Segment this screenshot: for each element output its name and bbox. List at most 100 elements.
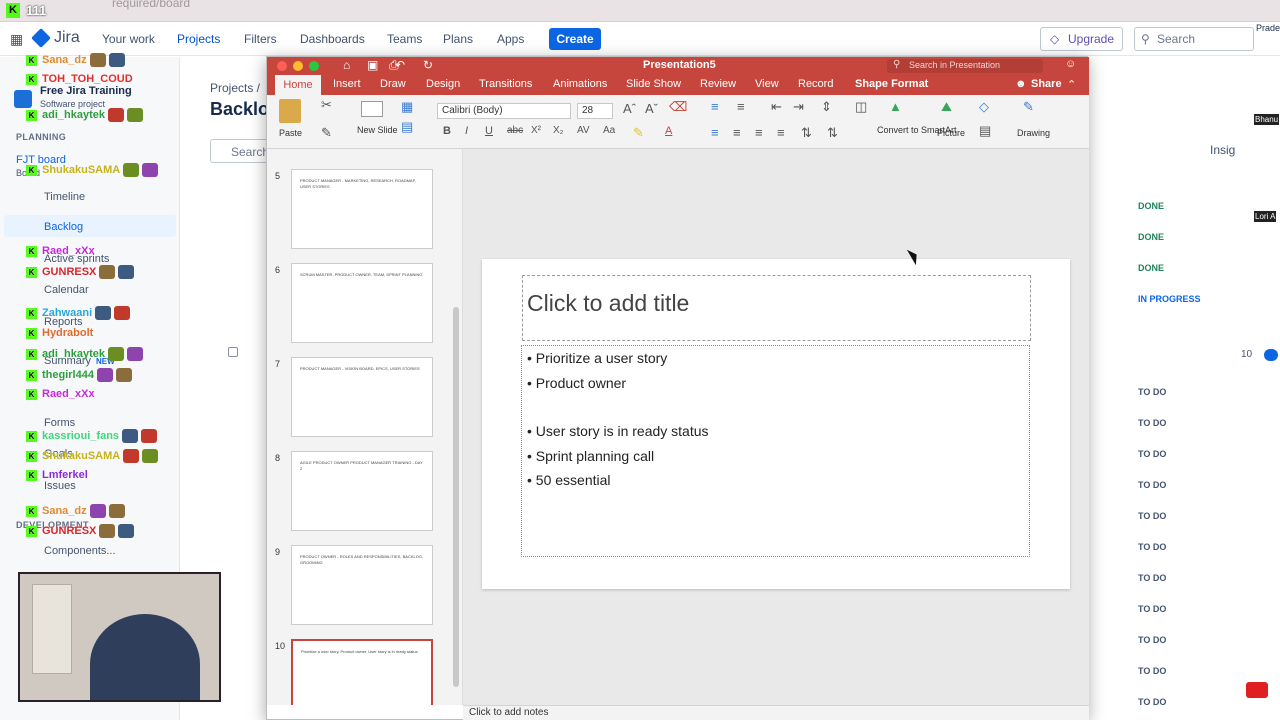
slide-thumbnail[interactable]: PRODUCT OWNER - ROLES AND RESPONSIBILITI… xyxy=(291,545,433,625)
slide-title-placeholder[interactable]: Click to add title xyxy=(522,275,1031,341)
undo-arrow-icon[interactable]: ↶ xyxy=(395,58,405,72)
chat-username[interactable]: TOH_TOH_COUD xyxy=(42,73,133,85)
bold-icon[interactable]: B xyxy=(443,125,451,137)
columns-icon[interactable]: ◫ xyxy=(855,99,867,115)
tab-draw[interactable]: Draw xyxy=(380,78,406,90)
minimize-window-icon[interactable] xyxy=(293,61,303,71)
tab-review[interactable]: Review xyxy=(700,78,736,90)
nav-apps[interactable]: Apps xyxy=(497,32,524,46)
align-center-icon[interactable]: ≡ xyxy=(733,125,741,140)
jira-search-input[interactable]: ⚲ Search xyxy=(1134,27,1254,51)
tab-view[interactable]: View xyxy=(755,78,779,90)
subscript-icon[interactable]: X₂ xyxy=(553,125,564,136)
bullets-icon[interactable]: ≡ xyxy=(711,99,719,114)
create-button[interactable]: Create xyxy=(549,28,601,50)
section-icon[interactable]: ▤ xyxy=(401,119,413,135)
align-text-icon[interactable]: ⇅ xyxy=(827,125,838,141)
indent-increase-icon[interactable]: ⇥ xyxy=(793,99,804,115)
sidebar-item-backlog[interactable]: Backlog xyxy=(44,221,83,233)
nav-projects[interactable]: Projects xyxy=(177,32,220,46)
tab-design[interactable]: Design xyxy=(426,78,460,90)
tab-slide-show[interactable]: Slide Show xyxy=(626,78,681,90)
status-dropdown[interactable]: IN PROGRESS xyxy=(1138,294,1201,304)
tab-shape-format[interactable]: Shape Format xyxy=(855,78,928,90)
char-spacing-icon[interactable]: AV xyxy=(577,125,590,136)
home-icon[interactable]: ⌂ xyxy=(343,58,350,72)
slide-thumbnail[interactable]: Prioritize a user story, Product owner, … xyxy=(291,639,433,705)
highlight-icon[interactable]: ✎ xyxy=(633,125,644,141)
status-dropdown[interactable]: TO DO xyxy=(1138,635,1166,645)
status-dropdown[interactable]: TO DO xyxy=(1138,666,1166,676)
status-dropdown[interactable]: DONE xyxy=(1138,201,1164,211)
tab-transitions[interactable]: Transitions xyxy=(479,78,532,90)
underline-icon[interactable]: U xyxy=(485,125,493,137)
nav-filters[interactable]: Filters xyxy=(244,32,277,46)
status-dropdown[interactable]: TO DO xyxy=(1138,542,1166,552)
status-dropdown[interactable]: TO DO xyxy=(1138,511,1166,521)
new-slide-icon[interactable] xyxy=(361,101,383,117)
indent-decrease-icon[interactable]: ⇤ xyxy=(771,99,782,115)
tab-record[interactable]: Record xyxy=(798,78,833,90)
upgrade-button[interactable]: ◇ Upgrade xyxy=(1040,27,1123,51)
board-search-input[interactable]: Search xyxy=(210,139,270,163)
status-dropdown[interactable]: TO DO xyxy=(1138,604,1166,614)
status-dropdown[interactable]: TO DO xyxy=(1138,418,1166,428)
sidebar-item-forms[interactable]: Forms xyxy=(44,417,75,429)
chat-username[interactable]: GUNRESX xyxy=(42,525,96,537)
thumbnail-scrollbar[interactable] xyxy=(453,307,459,687)
collapse-ribbon-icon[interactable]: ⌃ xyxy=(1067,78,1076,91)
tab-insert[interactable]: Insert xyxy=(333,78,361,90)
chat-username[interactable]: Raed_xXx xyxy=(42,245,95,257)
nav-your-work[interactable]: Your work xyxy=(102,32,155,46)
status-dropdown[interactable]: TO DO xyxy=(1138,480,1166,490)
decrease-font-icon[interactable]: Aˇ xyxy=(645,101,658,116)
save-icon[interactable]: ▣ xyxy=(367,58,378,72)
slide-bullet[interactable]: • Prioritize a user story xyxy=(527,350,667,366)
chat-username[interactable]: GUNRESX xyxy=(42,266,96,278)
project-name[interactable]: Free Jira Training xyxy=(40,85,132,97)
paste-icon[interactable] xyxy=(279,99,301,123)
numbering-icon[interactable]: ≡ xyxy=(737,99,745,114)
slide-body-textbox[interactable]: • Prioritize a user story • Product owner… xyxy=(521,345,1030,557)
slide-bullet[interactable]: • Product owner xyxy=(527,375,626,391)
chat-username[interactable]: kassrioui_fans xyxy=(42,430,119,442)
status-dropdown[interactable]: TO DO xyxy=(1138,697,1166,707)
chat-username[interactable]: ShukakuSAMA xyxy=(42,164,120,176)
arrange-icon[interactable]: ✎ xyxy=(1023,99,1034,115)
sidebar-item-issues[interactable]: Issues xyxy=(44,480,76,492)
current-slide[interactable]: Click to add title • Prioritize a user s… xyxy=(482,259,1070,589)
chat-username[interactable]: Lmferkel xyxy=(42,469,88,481)
slide-bullet[interactable]: • Sprint planning call xyxy=(527,448,654,464)
chat-username[interactable]: adi_hkaytek xyxy=(42,109,105,121)
chat-username[interactable]: Sana_dz xyxy=(42,505,87,517)
app-switcher-icon[interactable]: ▦ xyxy=(10,31,23,48)
smartart-icon[interactable]: ▲ xyxy=(889,99,902,114)
sidebar-item-timeline[interactable]: Timeline xyxy=(44,191,85,203)
strikethrough-icon[interactable]: abc xyxy=(507,125,523,136)
notes-placeholder[interactable]: Click to add notes xyxy=(463,705,1089,720)
align-left-icon[interactable]: ≡ xyxy=(711,125,719,140)
clear-formatting-icon[interactable]: ⌫ xyxy=(669,99,687,115)
redo-icon[interactable]: ↻ xyxy=(423,58,433,72)
justify-icon[interactable]: ≡ xyxy=(777,125,785,140)
slide-thumbnail[interactable]: PRODUCT MANAGER - VISION BOARD, EPICS, U… xyxy=(291,357,433,437)
sidebar-item-components[interactable]: Components... xyxy=(44,545,116,557)
format-painter-icon[interactable]: ✎ xyxy=(321,125,332,141)
slide-thumbnail[interactable]: SCRUM MASTER, PRODUCT OWNER, TEAM, SPRIN… xyxy=(291,263,433,343)
font-color-icon[interactable]: A xyxy=(665,125,672,137)
breadcrumb[interactable]: Projects / xyxy=(210,81,260,95)
nav-plans[interactable]: Plans xyxy=(443,32,473,46)
insights-button[interactable]: Insig xyxy=(1210,143,1235,157)
account-icon[interactable]: ☺ xyxy=(1065,58,1076,70)
chat-username[interactable]: Sana_dz xyxy=(42,54,87,66)
font-family-select[interactable]: Calibri (Body) xyxy=(437,103,571,119)
font-size-select[interactable]: 28 xyxy=(577,103,613,119)
zoom-window-icon[interactable] xyxy=(309,61,319,71)
textbox-icon[interactable]: ▤ xyxy=(979,123,991,139)
jira-logo-text[interactable]: Jira xyxy=(54,29,80,47)
chat-username[interactable]: Hydrabolt xyxy=(42,327,93,339)
chat-username[interactable]: Raed_xXx xyxy=(42,388,95,400)
line-spacing-icon[interactable]: ⇕ xyxy=(821,99,832,115)
tab-animations[interactable]: Animations xyxy=(553,78,607,90)
status-dropdown[interactable]: TO DO xyxy=(1138,449,1166,459)
